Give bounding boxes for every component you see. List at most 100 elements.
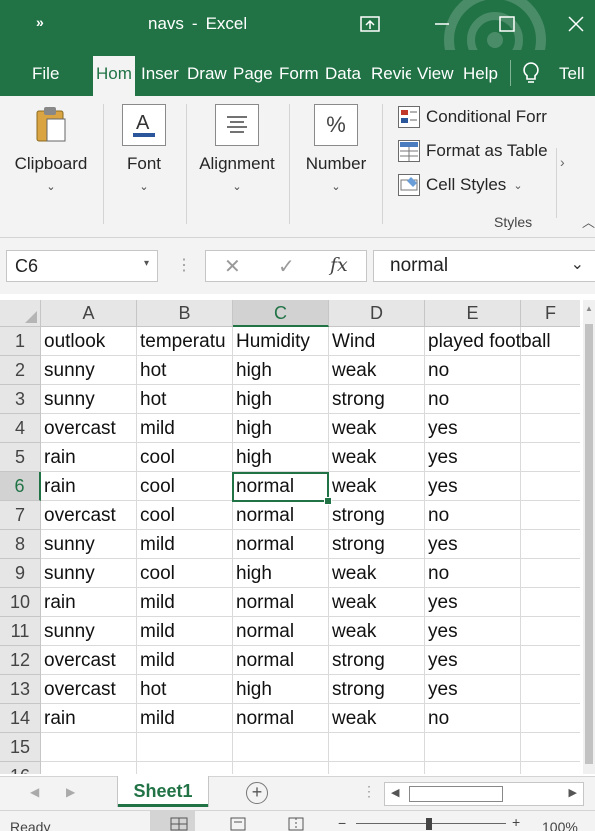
tab-data[interactable]: Data xyxy=(325,64,365,84)
cell-c13[interactable]: high xyxy=(233,675,329,704)
row-header-1[interactable]: 1 xyxy=(0,327,41,356)
tab-draw[interactable]: Draw xyxy=(187,64,227,84)
cell-e9[interactable]: no xyxy=(425,559,521,588)
cell-b4[interactable]: mild xyxy=(137,414,233,443)
quick-access-toolbar-icon[interactable]: » xyxy=(36,14,44,30)
tab-review[interactable]: Revie xyxy=(371,64,411,84)
cell-b11[interactable]: mild xyxy=(137,617,233,646)
formula-input[interactable]: normal ⌄ xyxy=(373,250,595,282)
cell-d12[interactable]: strong xyxy=(329,646,425,675)
cell-b9[interactable]: cool xyxy=(137,559,233,588)
cell-c16[interactable] xyxy=(233,762,329,774)
horizontal-scrollbar-thumb[interactable] xyxy=(409,786,503,802)
cell-b1[interactable]: temperatu xyxy=(137,327,233,356)
page-break-view-icon[interactable] xyxy=(288,817,304,831)
cell-d2[interactable]: weak xyxy=(329,356,425,385)
cell-e4[interactable]: yes xyxy=(425,414,521,443)
cell-e10[interactable]: yes xyxy=(425,588,521,617)
scroll-left-icon[interactable]: ◀ xyxy=(391,786,399,799)
tab-tell-me[interactable]: Tell xyxy=(559,64,585,84)
row-header-14[interactable]: 14 xyxy=(0,704,41,733)
cell-b2[interactable]: hot xyxy=(137,356,233,385)
close-icon[interactable] xyxy=(556,8,595,40)
cell-d6[interactable]: weak xyxy=(329,472,425,501)
cell-c12[interactable]: normal xyxy=(233,646,329,675)
column-header-d[interactable]: D xyxy=(329,300,425,327)
scroll-up-icon[interactable]: ▲ xyxy=(585,304,593,313)
row-header-6[interactable]: 6 xyxy=(0,472,41,501)
cell-c5[interactable]: high xyxy=(233,443,329,472)
cell-c15[interactable] xyxy=(233,733,329,762)
vertical-scrollbar[interactable]: ▲ xyxy=(583,300,595,774)
column-header-e[interactable]: E xyxy=(425,300,521,327)
cell-a5[interactable]: rain xyxy=(41,443,137,472)
cell-e14[interactable]: no xyxy=(425,704,521,733)
zoom-slider-thumb[interactable] xyxy=(426,818,432,830)
cell-c8[interactable]: normal xyxy=(233,530,329,559)
cell-d15[interactable] xyxy=(329,733,425,762)
cell-styles-button[interactable]: Cell Styles ⌄ xyxy=(398,174,523,196)
cell-b5[interactable]: cool xyxy=(137,443,233,472)
cell-a8[interactable]: sunny xyxy=(41,530,137,559)
alignment-group[interactable]: Alignment ⌄ xyxy=(187,96,287,226)
conditional-formatting-button[interactable]: Conditional Forr xyxy=(398,106,547,128)
name-box[interactable]: C6 ▾ xyxy=(6,250,158,282)
tab-help[interactable]: Help xyxy=(463,64,503,84)
row-header-8[interactable]: 8 xyxy=(0,530,41,559)
cell-d10[interactable]: weak xyxy=(329,588,425,617)
row-header-2[interactable]: 2 xyxy=(0,356,41,385)
cell-a1[interactable]: outlook xyxy=(41,327,137,356)
cell-a14[interactable]: rain xyxy=(41,704,137,733)
collapse-ribbon-icon[interactable]: ︿ xyxy=(582,212,595,231)
row-header-5[interactable]: 5 xyxy=(0,443,41,472)
cell-f4[interactable] xyxy=(521,414,580,443)
cell-d3[interactable]: strong xyxy=(329,385,425,414)
cell-e3[interactable]: no xyxy=(425,385,521,414)
vertical-scrollbar-thumb[interactable] xyxy=(585,324,593,764)
column-header-b[interactable]: B xyxy=(137,300,233,327)
cell-f13[interactable] xyxy=(521,675,580,704)
cell-f10[interactable] xyxy=(521,588,580,617)
cell-b3[interactable]: hot xyxy=(137,385,233,414)
select-all-button[interactable] xyxy=(0,300,41,327)
cell-a2[interactable]: sunny xyxy=(41,356,137,385)
ribbon-display-options-icon[interactable] xyxy=(350,8,390,40)
row-header-10[interactable]: 10 xyxy=(0,588,41,617)
maximize-icon[interactable] xyxy=(487,8,527,40)
cell-c6[interactable]: normal xyxy=(233,472,329,501)
cell-e16[interactable] xyxy=(425,762,521,774)
sheet-tab-sheet1[interactable]: Sheet1 xyxy=(118,776,208,807)
cell-c4[interactable]: high xyxy=(233,414,329,443)
cancel-icon[interactable]: ✕ xyxy=(224,254,241,279)
tab-file[interactable]: File xyxy=(32,64,59,84)
row-header-4[interactable]: 4 xyxy=(0,414,41,443)
cell-f11[interactable] xyxy=(521,617,580,646)
cell-a12[interactable]: overcast xyxy=(41,646,137,675)
scroll-right-icon[interactable]: ▶ xyxy=(569,786,577,799)
cell-d4[interactable]: weak xyxy=(329,414,425,443)
cell-b10[interactable]: mild xyxy=(137,588,233,617)
cell-f5[interactable] xyxy=(521,443,580,472)
cell-b8[interactable]: mild xyxy=(137,530,233,559)
row-header-16[interactable]: 16 xyxy=(0,762,41,774)
format-as-table-button[interactable]: Format as Table xyxy=(398,140,548,162)
cell-d16[interactable] xyxy=(329,762,425,774)
cell-e11[interactable]: yes xyxy=(425,617,521,646)
previous-sheet-icon[interactable]: ◀ xyxy=(30,785,39,799)
cell-f9[interactable] xyxy=(521,559,580,588)
cell-a10[interactable]: rain xyxy=(41,588,137,617)
chevron-down-icon[interactable]: ▾ xyxy=(144,258,149,269)
page-layout-view-icon[interactable] xyxy=(230,817,246,831)
next-sheet-icon[interactable]: ▶ xyxy=(66,785,75,799)
cell-a9[interactable]: sunny xyxy=(41,559,137,588)
zoom-level[interactable]: 100% xyxy=(542,819,578,831)
column-header-c[interactable]: C xyxy=(233,300,329,327)
cell-b14[interactable]: mild xyxy=(137,704,233,733)
cell-e1[interactable]: played football xyxy=(425,327,551,356)
cell-e8[interactable]: yes xyxy=(425,530,521,559)
cell-b16[interactable] xyxy=(137,762,233,774)
cell-a15[interactable] xyxy=(41,733,137,762)
cell-c2[interactable]: high xyxy=(233,356,329,385)
cell-a3[interactable]: sunny xyxy=(41,385,137,414)
cell-b6[interactable]: cool xyxy=(137,472,233,501)
